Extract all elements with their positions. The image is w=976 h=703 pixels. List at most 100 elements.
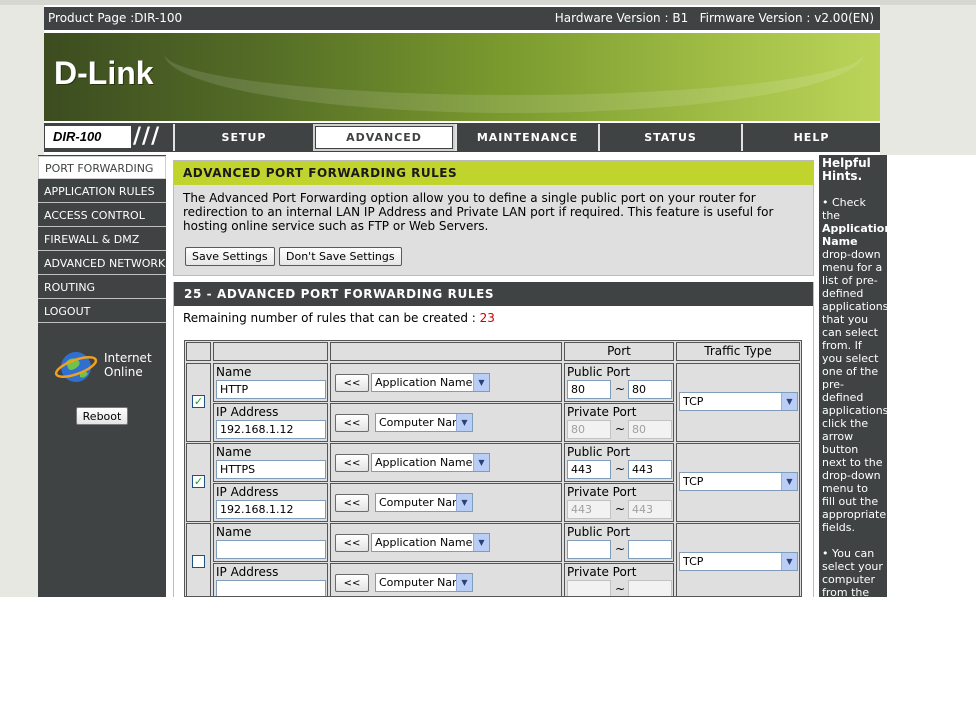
private-port-cell: Private Port 443 ~ 443 <box>564 483 674 522</box>
tab-advanced[interactable]: ADVANCED <box>313 124 455 151</box>
private-port-end-input[interactable]: 443 <box>628 500 672 519</box>
private-port-tilde: ~ <box>615 422 626 436</box>
ip-address-label: IP Address <box>216 485 279 499</box>
chevron-down-icon: ▼ <box>473 374 489 391</box>
banner: D-Link <box>44 33 880 121</box>
right-margin <box>880 5 976 155</box>
tab-status[interactable]: STATUS <box>598 124 741 151</box>
fill-application-button[interactable]: << <box>335 454 369 472</box>
public-port-label: Public Port <box>567 445 631 459</box>
chevron-down-icon: ▼ <box>456 574 472 591</box>
rule-name-input[interactable]: HTTPS <box>216 460 326 479</box>
sidebar-item-firewall-dmz[interactable]: FIREWALL & DMZ <box>38 228 166 251</box>
rule-enable-checkbox[interactable]: ✓ <box>192 475 205 488</box>
private-port-start-input[interactable]: 80 <box>567 420 611 439</box>
sidebar-item-port-forwarding[interactable]: PORT FORWARDING <box>38 156 166 179</box>
hint-application-name: • Check the Application Name drop-down m… <box>822 196 893 534</box>
rule-name-input[interactable] <box>216 540 326 559</box>
header-name-cell <box>213 342 328 361</box>
public-port-cell: Public Port 443 ~ 443 <box>564 443 674 482</box>
public-port-tilde: ~ <box>615 382 626 396</box>
tab-maintenance[interactable]: MAINTENANCE <box>455 124 598 151</box>
private-port-end-input[interactable] <box>628 580 672 596</box>
computer-select-cell: << Computer Name ▼ <box>330 563 562 596</box>
dont-save-settings-button[interactable]: Don't Save Settings <box>279 247 402 266</box>
computer-select-cell: << Computer Name ▼ <box>330 483 562 522</box>
rules-table: Port Traffic Type ✓ Name HTTP IP Address… <box>184 340 802 597</box>
rule-enable-checkbox[interactable]: ✓ <box>192 395 205 408</box>
rule-name-input[interactable]: HTTP <box>216 380 326 399</box>
computer-name-select[interactable]: Computer Name ▼ <box>375 573 473 592</box>
internet-status-line2: Online <box>104 365 143 379</box>
app-select-cell: << Application Name ▼ <box>330 523 562 562</box>
name-label: Name <box>216 525 252 539</box>
dlink-logo: D-Link <box>54 55 154 91</box>
tab-setup[interactable]: SETUP <box>173 124 313 151</box>
save-settings-button[interactable]: Save Settings <box>185 247 275 266</box>
hints-title: Helpful Hints. <box>822 156 871 183</box>
sidebar-item-advanced-network[interactable]: ADVANCED NETWORK <box>38 252 166 275</box>
app-select-cell: << Application Name ▼ <box>330 363 562 402</box>
application-name-select[interactable]: Application Name ▼ <box>371 373 490 392</box>
private-port-tilde: ~ <box>615 582 626 596</box>
private-port-start-input[interactable] <box>567 580 611 596</box>
public-port-end-input[interactable] <box>628 540 672 559</box>
private-port-end-input[interactable]: 80 <box>628 420 672 439</box>
fill-computer-button[interactable]: << <box>335 494 369 512</box>
product-bar: Product Page :DIR-100 Hardware Version :… <box>44 7 880 30</box>
row-check-cell <box>186 523 211 596</box>
top-strip <box>0 0 976 5</box>
public-port-start-input[interactable]: 80 <box>567 380 611 399</box>
private-port-cell: Private Port ~ <box>564 563 674 596</box>
traffic-type-cell: TCP ▼ <box>676 523 800 596</box>
sidebar-item-access-control[interactable]: ACCESS CONTROL <box>38 204 166 227</box>
traffic-type-select[interactable]: TCP ▼ <box>679 472 798 491</box>
public-port-cell: Public Port ~ <box>564 523 674 562</box>
computer-name-select[interactable]: Computer Name ▼ <box>375 493 473 512</box>
sidebar-item-routing[interactable]: ROUTING <box>38 276 166 299</box>
chevron-down-icon: ▼ <box>781 393 797 410</box>
computer-select-cell: << Computer Name ▼ <box>330 403 562 442</box>
model-label: DIR-100 <box>44 125 132 149</box>
public-port-label: Public Port <box>567 365 631 379</box>
application-name-value: Application Name <box>375 376 473 389</box>
reboot-button[interactable]: Reboot <box>76 407 128 425</box>
remaining-label: Remaining number of rules that can be cr… <box>183 311 476 325</box>
rule-ip-input[interactable]: 192.168.1.12 <box>216 420 326 439</box>
public-port-label: Public Port <box>567 525 631 539</box>
application-name-select[interactable]: Application Name ▼ <box>371 533 490 552</box>
tab-help[interactable]: HELP <box>741 124 880 151</box>
rules-title: 25 - ADVANCED PORT FORWARDING RULES <box>174 282 813 306</box>
rule-ip-input[interactable] <box>216 580 326 596</box>
app-select-cell: << Application Name ▼ <box>330 443 562 482</box>
public-port-cell: Public Port 80 ~ 80 <box>564 363 674 402</box>
chevron-down-icon: ▼ <box>781 473 797 490</box>
rule-ip-cell: IP Address 192.168.1.12 <box>213 483 328 522</box>
sidebar-item-logout[interactable]: LOGOUT <box>38 300 166 323</box>
private-port-tilde: ~ <box>615 502 626 516</box>
public-port-start-input[interactable] <box>567 540 611 559</box>
computer-name-select[interactable]: Computer Name ▼ <box>375 413 473 432</box>
public-port-end-input[interactable]: 443 <box>628 460 672 479</box>
application-name-select[interactable]: Application Name ▼ <box>371 453 490 472</box>
chevron-down-icon: ▼ <box>473 534 489 551</box>
version-info: Hardware Version : B1 Firmware Version :… <box>554 11 874 25</box>
fill-application-button[interactable]: << <box>335 374 369 392</box>
header-port: Port <box>564 342 674 361</box>
private-port-start-input[interactable]: 443 <box>567 500 611 519</box>
rule-enable-checkbox[interactable] <box>192 555 205 568</box>
traffic-type-value: TCP <box>683 395 704 408</box>
banner-decoration <box>164 33 864 113</box>
fill-computer-button[interactable]: << <box>335 574 369 592</box>
fill-computer-button[interactable]: << <box>335 414 369 432</box>
public-port-start-input[interactable]: 443 <box>567 460 611 479</box>
sidebar-item-application-rules[interactable]: APPLICATION RULES <box>38 180 166 203</box>
rule-ip-input[interactable]: 192.168.1.12 <box>216 500 326 519</box>
traffic-type-select[interactable]: TCP ▼ <box>679 552 798 571</box>
internet-status: Internet Online <box>104 351 152 379</box>
rule-ip-cell: IP Address <box>213 563 328 596</box>
public-port-end-input[interactable]: 80 <box>628 380 672 399</box>
fill-application-button[interactable]: << <box>335 534 369 552</box>
application-name-value: Application Name <box>375 456 473 469</box>
traffic-type-select[interactable]: TCP ▼ <box>679 392 798 411</box>
